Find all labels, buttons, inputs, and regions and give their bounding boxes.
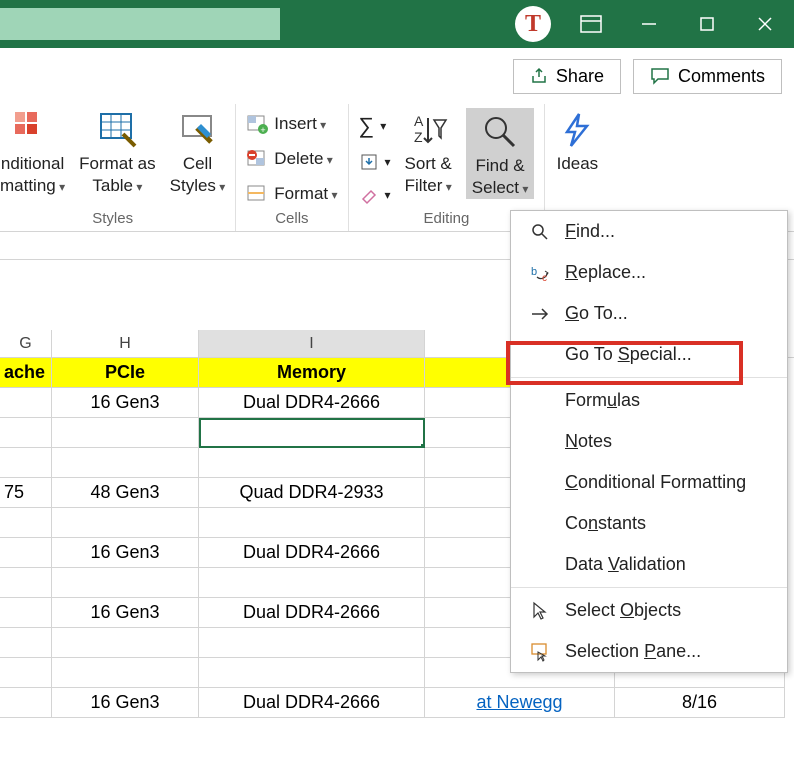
menu-notes-label: Notes — [565, 431, 612, 452]
ribbon-group-cells: + Insert Delete Format Cells — [236, 104, 348, 231]
menu-constants[interactable]: Constants — [511, 503, 787, 544]
comment-icon — [650, 67, 670, 85]
comments-label: Comments — [678, 66, 765, 87]
col-header-g[interactable]: G — [0, 330, 52, 357]
ribbon-group-styles: nditional matting Format as Table Cell S… — [0, 104, 236, 231]
menu-find-label: Find... — [565, 221, 615, 242]
app-icon: T — [504, 0, 562, 48]
menu-notes[interactable]: Notes — [511, 421, 787, 462]
svg-text:b: b — [531, 266, 537, 278]
menu-conditional-formatting[interactable]: Conditional Formatting — [511, 462, 787, 503]
insert-button[interactable]: + Insert — [246, 114, 337, 134]
cell-styles-button[interactable]: Cell Styles — [170, 108, 226, 195]
title-bar: T — [0, 0, 794, 48]
header-memory[interactable]: Memory — [199, 358, 425, 388]
comments-button[interactable]: Comments — [633, 59, 782, 94]
menu-selection-pane[interactable]: Selection Pane... — [511, 631, 787, 672]
selection-pane-icon — [529, 642, 551, 662]
menu-goto-special[interactable]: Go To Special... — [511, 334, 787, 375]
table-row: 16 Gen3 Dual DDR4-2666 at Newegg 8/16 — [0, 688, 794, 718]
col-header-i[interactable]: I — [199, 330, 425, 357]
sigma-icon: ∑ — [359, 113, 375, 139]
lightning-icon — [555, 108, 599, 152]
editing-group-label: Editing — [359, 210, 535, 229]
menu-condfmt-label: Conditional Formatting — [565, 472, 746, 493]
maximize-button[interactable] — [678, 0, 736, 48]
insert-icon: + — [246, 114, 268, 134]
svg-text:A: A — [414, 113, 424, 129]
ideas-button[interactable]: Ideas — [555, 108, 599, 174]
ribbon-display-options-button[interactable] — [562, 0, 620, 48]
menu-formulas-label: Formulas — [565, 390, 640, 411]
menu-goto-label: Go To... — [565, 303, 628, 324]
cursor-icon — [529, 601, 551, 621]
clear-button[interactable]: ▾ — [359, 185, 391, 205]
minimize-button[interactable] — [620, 0, 678, 48]
menu-separator — [511, 377, 787, 378]
fill-button[interactable]: ▾ — [359, 152, 391, 172]
sort-filter-button[interactable]: AZ Sort & Filter — [405, 108, 452, 195]
format-as-table-icon — [95, 108, 139, 152]
find-select-menu: Find... bc Replace... Go To... Go To Spe… — [510, 210, 788, 673]
top-right-bar: Share Comments — [0, 48, 794, 104]
menu-replace[interactable]: bc Replace... — [511, 252, 787, 293]
header-pcie[interactable]: PCIe — [52, 358, 199, 388]
menu-goto[interactable]: Go To... — [511, 293, 787, 334]
share-label: Share — [556, 66, 604, 87]
share-icon — [530, 67, 548, 85]
conditional-formatting-button[interactable]: nditional matting — [0, 108, 65, 195]
cells-group-label: Cells — [246, 210, 337, 229]
svg-text:c: c — [542, 273, 547, 283]
find-select-icon — [478, 110, 522, 154]
format-icon — [246, 184, 268, 204]
active-cell[interactable] — [199, 418, 425, 448]
col-header-h[interactable]: H — [52, 330, 199, 357]
sort-filter-icon: AZ — [406, 108, 450, 152]
delete-icon — [246, 149, 268, 169]
cell-styles-icon — [175, 108, 219, 152]
menu-formulas[interactable]: Formulas — [511, 380, 787, 421]
svg-text:+: + — [261, 125, 266, 134]
fill-down-icon — [359, 152, 379, 172]
replace-icon: bc — [529, 263, 551, 283]
autosum-button[interactable]: ∑▾ — [359, 113, 391, 139]
menu-datavalidation-label: Data Validation — [565, 554, 686, 575]
menu-replace-label: Replace... — [565, 262, 646, 283]
conditional-formatting-icon — [11, 108, 55, 152]
menu-separator — [511, 587, 787, 588]
delete-button[interactable]: Delete — [246, 149, 337, 169]
format-as-table-button[interactable]: Format as Table — [79, 108, 156, 195]
arrow-right-icon — [529, 304, 551, 324]
menu-goto-special-label: Go To Special... — [565, 344, 692, 365]
close-button[interactable] — [736, 0, 794, 48]
svg-text:Z: Z — [414, 129, 423, 145]
menu-constants-label: Constants — [565, 513, 646, 534]
share-button[interactable]: Share — [513, 59, 621, 94]
styles-group-label: Styles — [0, 210, 225, 229]
menu-find[interactable]: Find... — [511, 211, 787, 252]
menu-selectionpane-label: Selection Pane... — [565, 641, 701, 662]
search-icon — [529, 222, 551, 242]
eraser-icon — [359, 185, 379, 205]
menu-data-validation[interactable]: Data Validation — [511, 544, 787, 585]
menu-select-objects[interactable]: Select Objects — [511, 590, 787, 631]
app-icon-letter: T — [515, 6, 551, 42]
find-select-button[interactable]: Find & Select — [466, 108, 535, 199]
header-cache[interactable]: ache — [0, 358, 52, 388]
format-button[interactable]: Format — [246, 184, 337, 204]
menu-selectobjects-label: Select Objects — [565, 600, 681, 621]
title-cell-highlight — [0, 8, 280, 40]
